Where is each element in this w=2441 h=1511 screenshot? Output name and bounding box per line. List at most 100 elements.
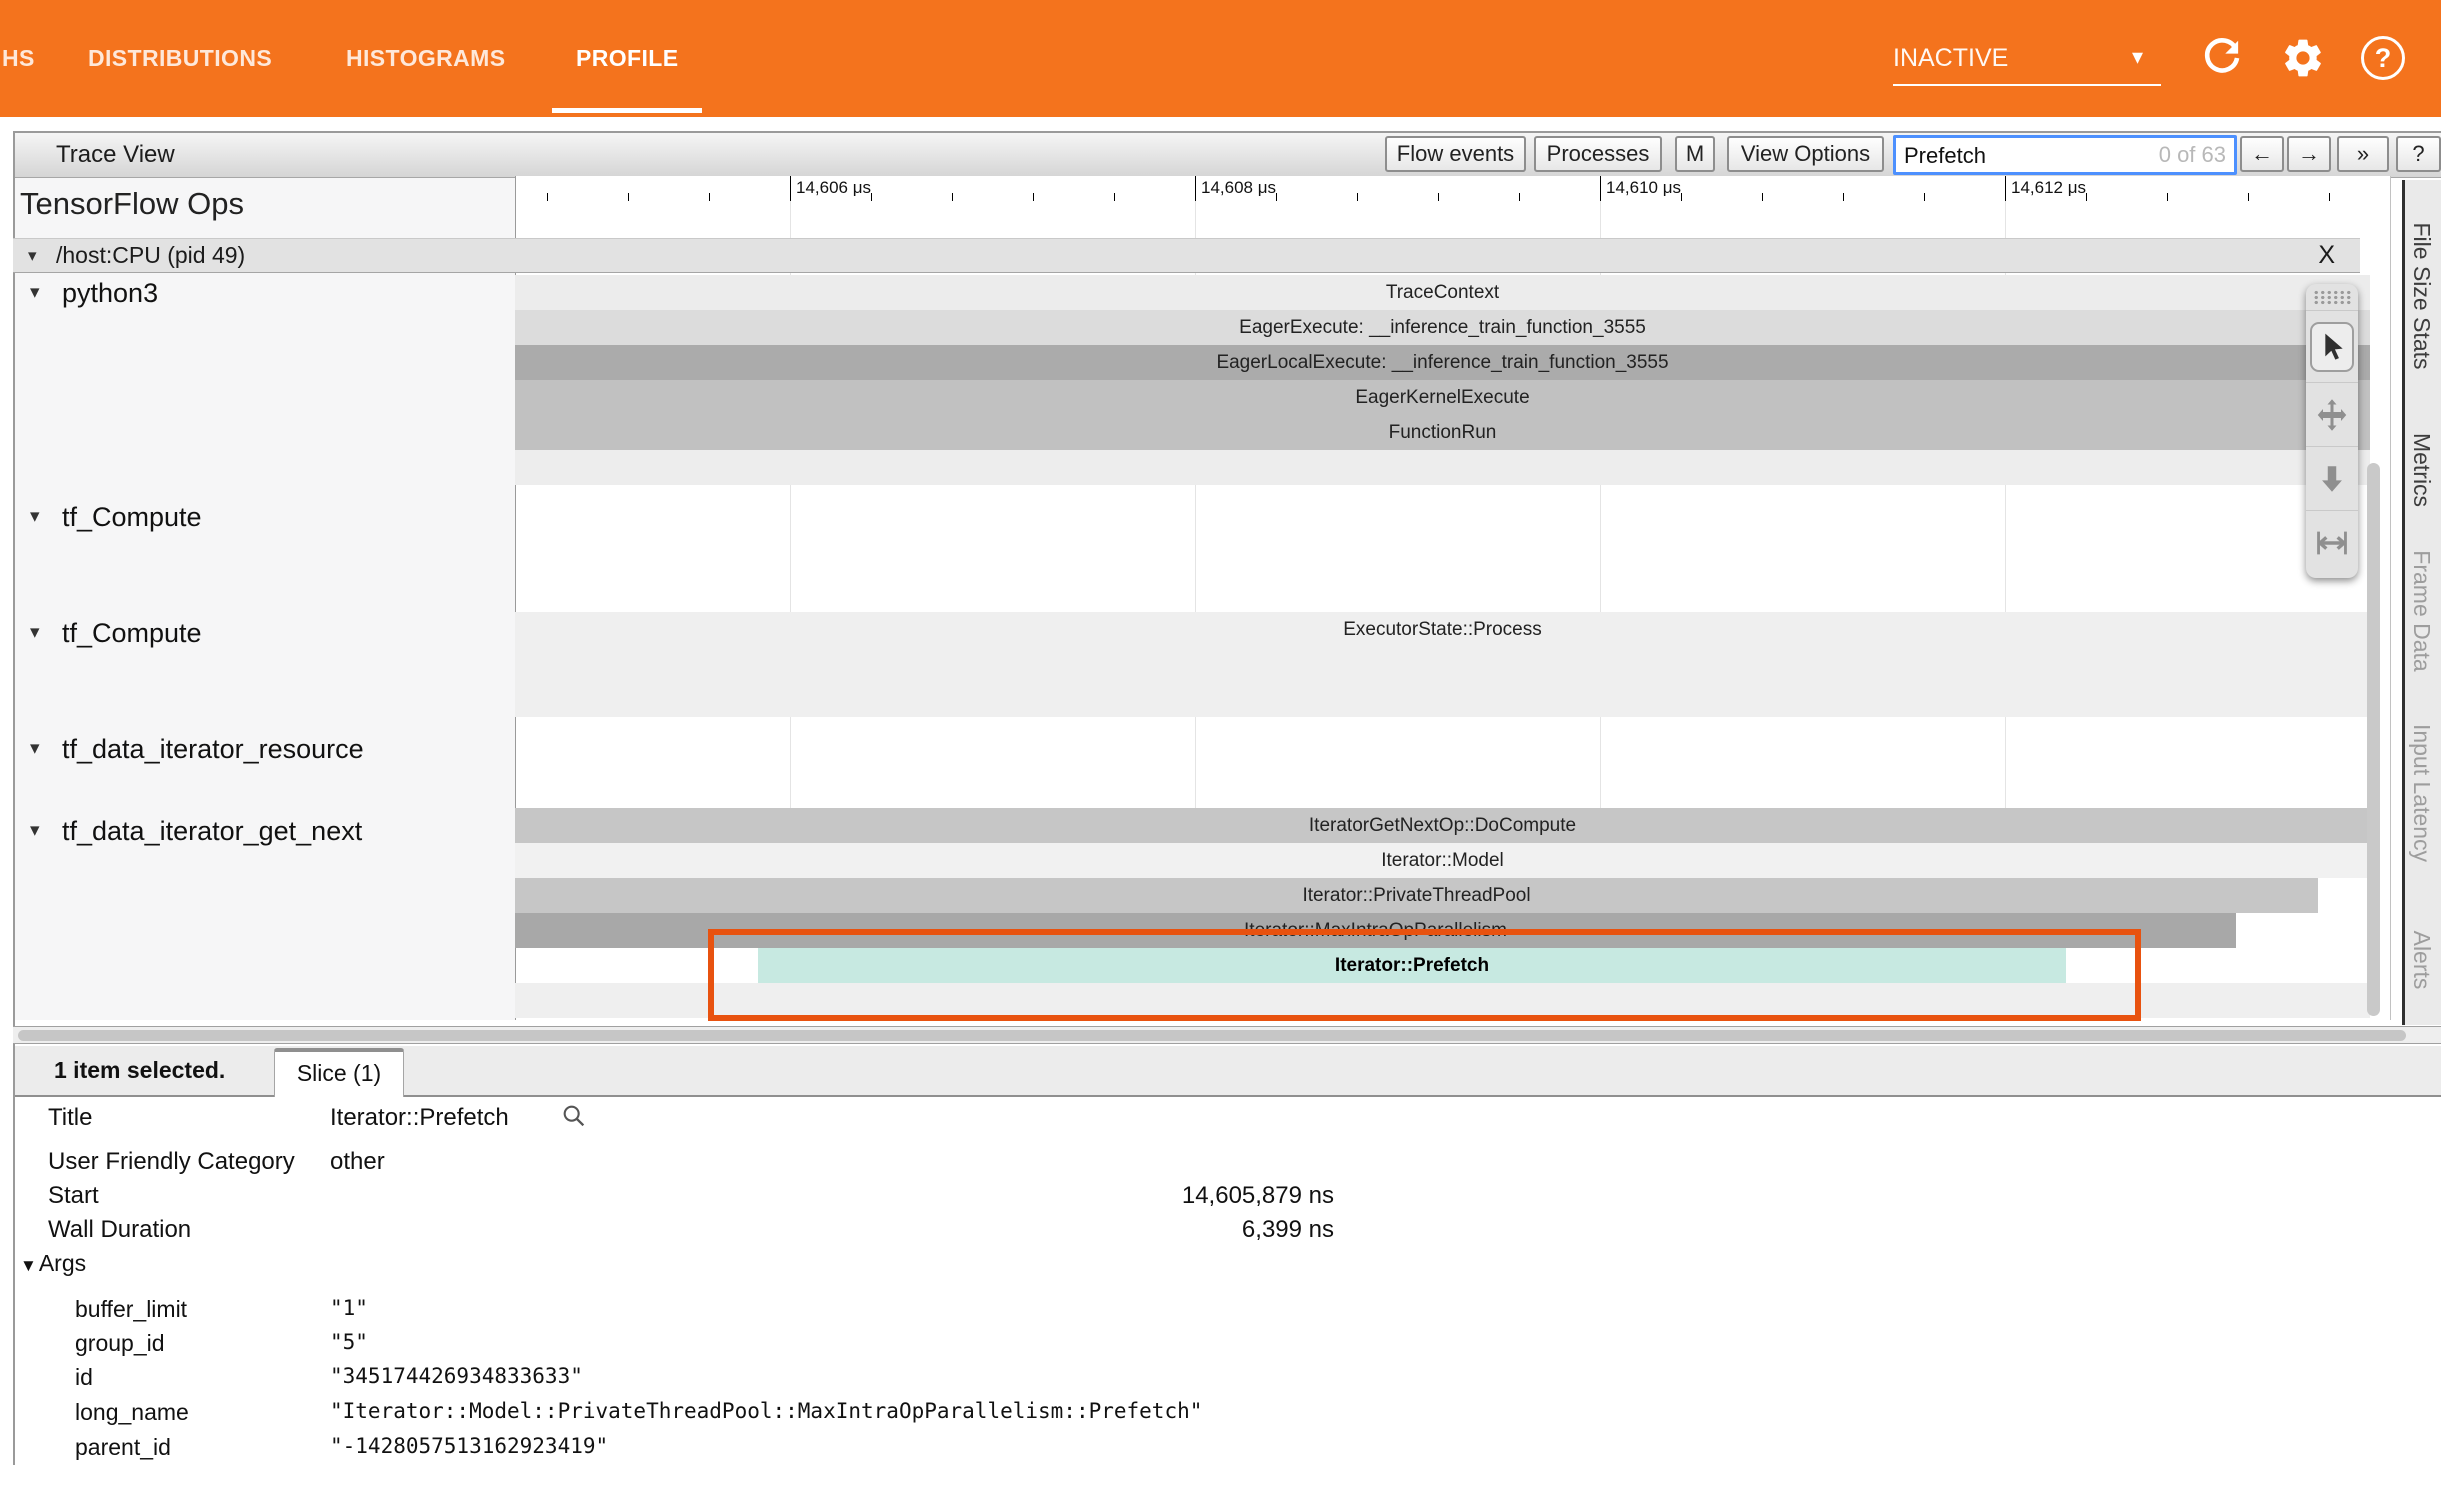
trace-bar[interactable]: Iterator::PrivateThreadPool: [515, 878, 2318, 913]
field-value: Iterator::Prefetch: [330, 1104, 509, 1132]
run-status-value: INACTIVE: [1893, 0, 2008, 117]
tab-hs[interactable]: HS: [2, 0, 35, 117]
sidebar-track-python3[interactable]: ▾ python3: [0, 276, 500, 310]
arg-value: "1": [330, 1296, 368, 1320]
track-name: python3: [62, 276, 158, 310]
ruler-minor-tick: [1357, 193, 1358, 201]
selected-tool-frame: [2310, 322, 2354, 372]
ruler-tick-label: 14,610 μs: [1606, 178, 1681, 198]
page-title: Trace View: [56, 133, 175, 177]
more-tools-button[interactable]: »: [2337, 136, 2389, 172]
ruler-minor-tick: [1276, 193, 1277, 201]
help-icon[interactable]: ?: [2361, 36, 2405, 80]
tab-distributions[interactable]: DISTRIBUTIONS: [88, 0, 272, 117]
drag-dots-icon: [2313, 290, 2351, 305]
trace-bar[interactable]: ExecutorState::Process: [515, 612, 2370, 647]
processes-button[interactable]: Processes: [1534, 136, 1662, 172]
side-tab-file-size-stats[interactable]: File Size Stats: [2408, 223, 2435, 370]
sidebar-track-tf_Compute[interactable]: ▾ tf_Compute: [0, 500, 500, 534]
ruler-minor-tick: [1033, 193, 1034, 201]
arg-key-parent_id: parent_id: [75, 1434, 171, 1461]
chevron-down-icon: ▾: [2132, 0, 2143, 117]
m-button[interactable]: M: [1675, 136, 1715, 172]
field-value: other: [330, 1148, 385, 1176]
close-icon[interactable]: X: [2318, 239, 2335, 272]
ruler-minor-tick: [1438, 193, 1439, 201]
ruler-minor-tick: [1924, 193, 1925, 201]
trace-bar[interactable]: FunctionRun: [515, 415, 2370, 450]
sidebar-track-tf_data_iterator_get_next[interactable]: ▾tf_data_iterator_get_next: [0, 814, 500, 848]
pan-tool[interactable]: [2306, 382, 2358, 446]
track-name: tf_data_iterator_resource: [62, 732, 364, 766]
trace-right-border: [2390, 176, 2391, 1020]
find-previous-button[interactable]: ←: [2240, 136, 2284, 172]
magnifier-icon[interactable]: [560, 1102, 588, 1135]
field-value: 6,399 ns: [800, 1216, 1334, 1244]
process-label: /host:CPU (pid 49): [56, 239, 245, 272]
flow-events-button[interactable]: Flow events: [1385, 136, 1526, 172]
trace-bar[interactable]: IteratorGetNextOp::DoCompute: [515, 808, 2370, 843]
field-label: Wall Duration: [48, 1216, 191, 1244]
trace-bar-blank[interactable]: [515, 647, 2370, 717]
arg-value: "345174426934833633": [330, 1364, 583, 1388]
trace-bar[interactable]: TraceContext: [515, 275, 2370, 310]
collapse-triangle-icon[interactable]: ▾: [30, 616, 40, 650]
collapse-triangle-icon[interactable]: ▾: [30, 500, 40, 534]
side-tab-input-latency: Input Latency: [2408, 724, 2435, 862]
ruler-minor-tick: [1519, 193, 1520, 201]
run-status-dropdown[interactable]: INACTIVE ▾: [1893, 0, 2161, 117]
ruler-minor-tick: [1114, 193, 1115, 201]
ruler-minor-tick: [1762, 193, 1763, 201]
field-label: Start: [48, 1182, 99, 1210]
collapse-triangle-icon[interactable]: ▾: [30, 814, 40, 848]
track-name: tf_Compute: [62, 500, 202, 534]
args-section-header[interactable]: ▼Args: [20, 1250, 86, 1277]
magnifier-icon[interactable]: [560, 1102, 588, 1130]
horizontal-scrollbar[interactable]: [18, 1030, 2406, 1041]
settings-gear-icon[interactable]: [2281, 36, 2325, 80]
trace-bar[interactable]: EagerKernelExecute: [515, 380, 2370, 415]
collapse-triangle-icon[interactable]: ▾: [30, 276, 40, 310]
trace-help-button[interactable]: ?: [2396, 136, 2441, 172]
find-box[interactable]: 0 of 63: [1893, 135, 2237, 175]
collapse-triangle-icon[interactable]: ▾: [28, 239, 37, 272]
arg-value: "5": [330, 1330, 368, 1354]
ruler-minor-tick: [2086, 193, 2087, 201]
process-header-row[interactable]: ▾ /host:CPU (pid 49) X: [13, 238, 2360, 273]
field-label: User Friendly Category: [48, 1148, 295, 1176]
arg-key-long_name: long_name: [75, 1399, 189, 1426]
ruler-major-tick: [1195, 176, 1196, 201]
selection-status: 1 item selected.: [54, 1046, 225, 1095]
app-toolbar: HS DISTRIBUTIONS HISTOGRAMS PROFILE INACTIV…: [0, 0, 2441, 117]
tab-slice[interactable]: Slice (1): [274, 1048, 404, 1097]
selection-highlight-box: [708, 929, 2141, 1021]
trace-bar[interactable]: Iterator::Model: [515, 843, 2370, 878]
expand-triangle-icon: ▼: [20, 1256, 37, 1275]
ruler-minor-tick: [1681, 193, 1682, 201]
drag-handle[interactable]: [2306, 284, 2358, 310]
zoom-vertical-tool[interactable]: [2306, 446, 2358, 510]
timing-span-tool[interactable]: [2306, 510, 2358, 574]
trace-bar[interactable]: EagerLocalExecute: __inference_train_fun…: [515, 345, 2370, 380]
select-tool[interactable]: [2306, 310, 2358, 382]
side-tab-metrics[interactable]: Metrics: [2408, 433, 2435, 507]
ruler-minor-tick: [547, 193, 548, 201]
refresh-icon[interactable]: [2200, 36, 2244, 80]
search-input[interactable]: [1902, 140, 2136, 172]
trace-bar[interactable]: EagerExecute: __inference_train_function…: [515, 310, 2370, 345]
find-next-button[interactable]: →: [2287, 136, 2331, 172]
ruler-minor-tick: [2167, 193, 2168, 201]
ruler-minor-tick: [952, 193, 953, 201]
vertical-scrollbar[interactable]: [2367, 463, 2380, 1016]
ruler-major-tick: [2005, 176, 2006, 201]
tab-histograms[interactable]: HISTOGRAMS: [346, 0, 505, 117]
tab-profile[interactable]: PROFILE: [576, 0, 678, 117]
ruler-minor-tick: [628, 193, 629, 201]
sidebar-track-tf_Compute[interactable]: ▾tf_Compute: [0, 616, 500, 650]
collapse-triangle-icon[interactable]: ▾: [30, 732, 40, 766]
sidebar-track-tf_data_iterator_resource[interactable]: ▾ tf_data_iterator_resource: [0, 732, 500, 766]
search-result-count: 0 of 63: [2159, 138, 2226, 172]
timeline-ruler: 14,606 μs14,608 μs14,610 μs14,612 μs: [515, 176, 2390, 203]
trace-bar-blank[interactable]: [515, 450, 2370, 485]
view-options-button[interactable]: View Options: [1727, 136, 1884, 172]
